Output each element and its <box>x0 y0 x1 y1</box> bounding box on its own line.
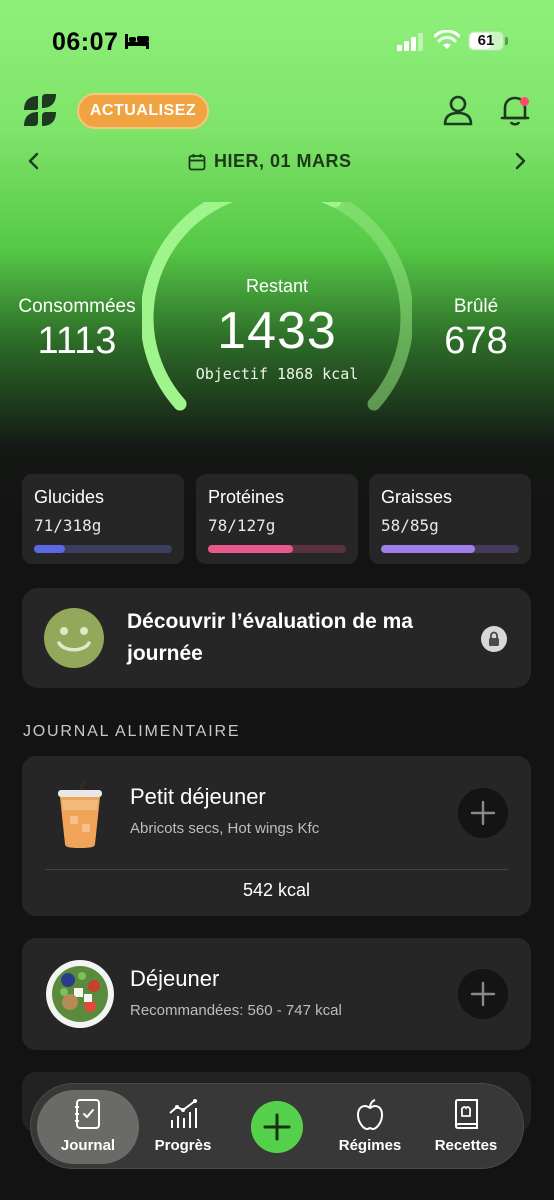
macro-value: 58/85g <box>381 516 439 535</box>
nav-label: Progrès <box>154 1137 212 1154</box>
macro-progress-track <box>34 545 172 553</box>
salad-bowl-icon <box>46 960 114 1028</box>
chevron-right-icon[interactable] <box>510 151 530 171</box>
meal-recommendation: Recommandées: 560 - 747 kcal <box>130 1002 342 1019</box>
add-food-lunch-button[interactable] <box>458 969 508 1019</box>
macro-progress-track <box>381 545 519 553</box>
meal-foods: Abricots secs, Hot wings Kfc <box>130 820 320 837</box>
sleep-mode-icon <box>125 34 149 49</box>
nav-label: Recettes <box>434 1137 498 1154</box>
meal-card-lunch[interactable]: Déjeuner Recommandées: 560 - 747 kcal <box>22 938 531 1050</box>
meal-kcal: 542 kcal <box>242 880 311 900</box>
macro-label: Graisses <box>381 487 453 507</box>
macro-label: Glucides <box>34 487 105 507</box>
add-plus-button[interactable] <box>251 1101 303 1153</box>
burned-stat: Brûlé 678 <box>416 296 536 363</box>
add-food-breakfast-button[interactable] <box>458 788 508 838</box>
nav-diets[interactable]: Régimes <box>322 1084 418 1170</box>
macro-progress-track <box>208 545 346 553</box>
macro-value: 71/318g <box>34 516 102 535</box>
meal-name: Petit déjeuner <box>130 784 266 809</box>
bottom-navigation: Journal Progrès Régimes Recettes <box>30 1083 524 1169</box>
consumed-label: Consommées <box>18 296 136 317</box>
nav-progress[interactable]: Progrès <box>135 1084 231 1170</box>
status-bar: 06:07 61 <box>0 0 554 80</box>
meal-name: Déjeuner <box>130 966 220 991</box>
macro-progress-bar <box>381 545 476 553</box>
evaluation-text: Découvrir l’évaluation de ma journée <box>127 610 413 665</box>
notification-badge <box>520 97 529 106</box>
remaining-label: Restant <box>245 276 309 296</box>
recipe-book-icon <box>455 1099 478 1129</box>
meal-card-breakfast[interactable]: Petit déjeuner Abricots secs, Hot wings … <box>22 756 531 916</box>
date-navigator: HIER, 01 MARS <box>0 145 554 179</box>
nav-label: Journal <box>60 1137 116 1154</box>
lock-icon <box>481 626 507 652</box>
nav-journal[interactable]: Journal <box>40 1084 136 1170</box>
iced-drink-icon <box>58 779 102 848</box>
macro-card-proteins[interactable]: Protéines 78/127g <box>196 474 358 564</box>
progress-chart-icon <box>169 1099 197 1128</box>
burned-label: Brûlé <box>453 296 499 317</box>
calendar-icon <box>188 153 206 170</box>
section-title: JOURNAL ALIMENTAIRE <box>23 723 241 740</box>
apple-icon <box>356 1099 384 1130</box>
profile-icon[interactable] <box>442 94 474 126</box>
app-logo-icon <box>24 94 56 126</box>
signal-icon <box>397 33 423 51</box>
nav-label: Régimes <box>338 1137 402 1154</box>
divider <box>45 869 508 870</box>
smiley-icon <box>44 608 104 668</box>
burned-value: 678 <box>444 320 508 362</box>
macro-label: Protéines <box>208 487 285 507</box>
macro-progress-bar <box>34 545 65 553</box>
date-text: HIER, 01 MARS <box>214 151 352 171</box>
remaining-value: 1433 <box>217 302 337 360</box>
date-selector[interactable]: HIER, 01 MARS <box>188 151 352 172</box>
nav-recipes[interactable]: Recettes <box>418 1084 514 1170</box>
status-time: 06:07 <box>52 28 119 56</box>
macro-card-carbs[interactable]: Glucides 71/318g <box>22 474 184 564</box>
wifi-icon <box>434 30 460 49</box>
day-evaluation-card[interactable]: Découvrir l’évaluation de ma journée <box>22 588 531 688</box>
macro-progress-bar <box>208 545 293 553</box>
upgrade-button[interactable]: ACTUALISEZ <box>77 93 209 129</box>
journal-icon <box>75 1099 100 1129</box>
chevron-left-icon[interactable] <box>24 151 44 171</box>
remaining-stat: Restant 1433 Objectif 1868 kcal <box>177 276 377 383</box>
battery-icon: 61 <box>468 31 508 51</box>
goal-text: Objectif 1868 kcal <box>195 365 359 383</box>
consumed-value: 1113 <box>37 320 117 362</box>
macro-card-fats[interactable]: Graisses 58/85g <box>369 474 531 564</box>
battery-level: 61 <box>477 32 495 49</box>
consumed-stat: Consommées 1113 <box>12 296 142 363</box>
macro-value: 78/127g <box>208 516 276 535</box>
